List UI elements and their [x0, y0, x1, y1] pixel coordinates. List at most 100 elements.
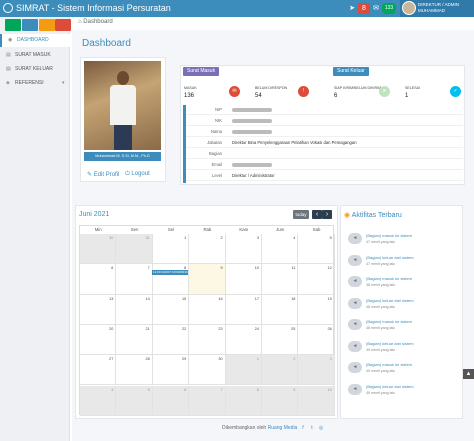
activity-item[interactable]: ◄ (Bagian) keluar dari sistem 49 menit yan…	[348, 381, 448, 399]
calendar-day-cell[interactable]: 4	[262, 234, 299, 265]
redacted-value	[232, 163, 272, 167]
calendar-day-cell[interactable]: 14	[116, 294, 153, 325]
calendar-day-cell[interactable]: 27	[80, 355, 117, 386]
calendar-day-cell[interactable]: 3	[298, 355, 335, 386]
calendar-day-cell[interactable]: 7	[116, 264, 153, 295]
activity-item[interactable]: ◄ (Bagian) keluar dari sistem 47 menit yan…	[348, 252, 448, 270]
calendar-day-cell[interactable]: 19	[298, 294, 335, 325]
notification-count: 8	[362, 5, 366, 12]
stat-value: 136	[184, 93, 195, 99]
outbox-icon: ▤	[6, 66, 11, 72]
calendar-day-cell[interactable]: 30	[80, 234, 117, 265]
calendar-day-cell[interactable]: 6	[80, 264, 117, 295]
calendar-day-cell[interactable]: 30	[189, 355, 226, 386]
calendar-day-cell[interactable]: 8	[225, 385, 262, 416]
sidebar-shortcut-green[interactable]	[5, 19, 21, 31]
calendar-day-cell[interactable]: 9	[262, 385, 299, 416]
mail-icon[interactable]: ✉	[371, 3, 381, 14]
sidebar-shortcut-red[interactable]	[55, 19, 71, 31]
sidebar-item-dashboard[interactable]: ◉ DASHBOARD	[0, 34, 70, 47]
stat-value: 1	[405, 93, 409, 99]
calendar-day-cell[interactable]: 2	[262, 355, 299, 386]
calendar-day-cell[interactable]: 10	[298, 385, 335, 416]
calendar-day-cell[interactable]: 1	[225, 355, 262, 386]
calendar-event[interactable]: 12:00 RAPAT KOORDINASI	[152, 270, 188, 275]
footer-brand-link[interactable]: Ruang Media	[268, 425, 298, 431]
page-title: Dashboard	[82, 38, 131, 49]
volume-icon: ◄	[348, 319, 362, 330]
activity-item[interactable]: ◄ (Bagian) masuk ke sistem 47 menit yang l…	[348, 230, 448, 248]
calendar-day-cell[interactable]: 16	[189, 294, 226, 325]
footer: Dikembangkan oleh Ruang Media	[222, 425, 297, 431]
notification-button[interactable]: 8	[358, 3, 370, 14]
calendar-day-cell[interactable]: 3	[225, 234, 262, 265]
redacted-value	[232, 130, 272, 134]
sidebar-item-referensi[interactable]: ◈ REFERENSI ▾	[0, 77, 70, 90]
activity-item[interactable]: ◄ (Bagian) masuk ke sistem 48 menit yang l…	[348, 273, 448, 291]
calendar-day-cell[interactable]: 24	[225, 324, 262, 356]
info-key: NIP	[215, 107, 222, 112]
activity-item[interactable]: ◄ (Bagian) masuk ke sistem 48 menit yang l…	[348, 316, 448, 334]
activity-item[interactable]: ◄ (Bagian) masuk ke sistem 49 menit yang l…	[348, 359, 448, 377]
calendar-day-cell[interactable]: 5	[298, 234, 335, 265]
calendar-day-cell[interactable]: 26	[298, 324, 335, 356]
inbox-icon: ✉	[229, 86, 240, 97]
next-month-button[interactable]: ›	[322, 210, 332, 219]
scroll-top-button[interactable]: ▲	[463, 369, 474, 379]
calendar-day-cell[interactable]: 10	[225, 264, 262, 295]
stat-selesai[interactable]: SELESAI 1 ✓	[405, 83, 463, 101]
stat-label: BELUM DIRESPON	[255, 86, 288, 90]
today-button[interactable]: today	[293, 210, 309, 219]
stat-siap-kirim[interactable]: SIAP KIRIM/BELUM DIKIRIM 6 ➤	[334, 83, 392, 101]
stat-belum-direspon[interactable]: BELUM DIRESPON 54!	[255, 83, 313, 101]
calendar-day-cell[interactable]: 11	[262, 264, 299, 295]
facebook-icon[interactable]: f	[300, 425, 306, 431]
calendar-day-cell[interactable]: 7	[189, 385, 226, 416]
calendar-day-cell[interactable]: 13	[80, 294, 117, 325]
message-badge[interactable]: 133	[382, 3, 396, 14]
breadcrumb-item[interactable]: Dashboard	[83, 19, 112, 25]
calendar-day-cell[interactable]: 18	[262, 294, 299, 325]
calendar-day-cell[interactable]: 9	[189, 264, 226, 295]
prev-month-button[interactable]: ‹	[312, 210, 322, 219]
sidebar-shortcut-orange[interactable]	[39, 19, 55, 31]
calendar-day-cell[interactable]: 2	[189, 234, 226, 265]
info-row-nama: Nama	[186, 127, 463, 137]
breadcrumb: ⌂ Dashboard	[78, 19, 113, 25]
calendar-day-cell[interactable]: 8	[152, 264, 190, 295]
logout-link[interactable]: ⏻ Logout	[125, 171, 150, 178]
calendar-day-cell[interactable]: 12	[298, 264, 335, 295]
calendar-day-cell[interactable]: 6	[152, 385, 190, 416]
calendar-day-cell[interactable]: 28	[116, 355, 153, 386]
edit-profile-link[interactable]: ✎ Edit Profil	[87, 171, 119, 178]
calendar-day-cell[interactable]: 17	[225, 294, 262, 325]
volume-icon: ◄	[348, 340, 362, 352]
calendar-day-cell[interactable]: 1	[152, 234, 190, 265]
calendar-day-cell[interactable]: 20	[80, 324, 117, 356]
calendar-day-cell[interactable]: 5	[116, 385, 153, 416]
activity-time: 49 menit yang lalu	[366, 347, 396, 352]
send-icon[interactable]: ➤	[347, 3, 357, 14]
twitter-icon[interactable]: t	[309, 425, 315, 431]
activity-text: (Bagian) keluar dari sistem	[366, 340, 414, 346]
calendar-day-cell[interactable]: 25	[262, 324, 299, 356]
sidebar-item-surat-masuk[interactable]: ▤ SURAT MASUK	[0, 49, 70, 62]
app-brand[interactable]: SIMRAT - Sistem Informasi Persuratan	[3, 2, 171, 14]
stat-masuk[interactable]: MASUK 136 ✉	[184, 83, 242, 101]
activity-item[interactable]: ◄ (Bagian) keluar dari sistem 49 menit yan…	[348, 338, 448, 356]
calendar-day-header: Sel	[167, 227, 175, 232]
calendar-day-cell[interactable]: 15	[152, 294, 190, 325]
calendar-day-cell[interactable]: 4	[80, 385, 117, 416]
stat-value: 54	[255, 93, 262, 99]
sidebar-item-surat-keluar[interactable]: ▤ SURAT KELUAR	[0, 63, 70, 76]
calendar-day-cell[interactable]: 23	[189, 324, 226, 356]
user-menu[interactable]: DIREKTUR / ADMIN MUHAMMAD	[400, 0, 474, 17]
calendar-day-cell[interactable]: 29	[152, 355, 190, 386]
instagram-icon[interactable]: ◎	[318, 425, 324, 431]
calendar-day-cell[interactable]: 22	[152, 324, 190, 356]
redacted-value	[232, 108, 272, 112]
activity-item[interactable]: ◄ (Bagian) keluar dari sistem 48 menit yan…	[348, 295, 448, 313]
calendar-day-cell[interactable]: 21	[116, 324, 153, 356]
calendar-day-cell[interactable]: 31	[116, 234, 153, 265]
sidebar-shortcut-blue[interactable]	[22, 19, 38, 31]
